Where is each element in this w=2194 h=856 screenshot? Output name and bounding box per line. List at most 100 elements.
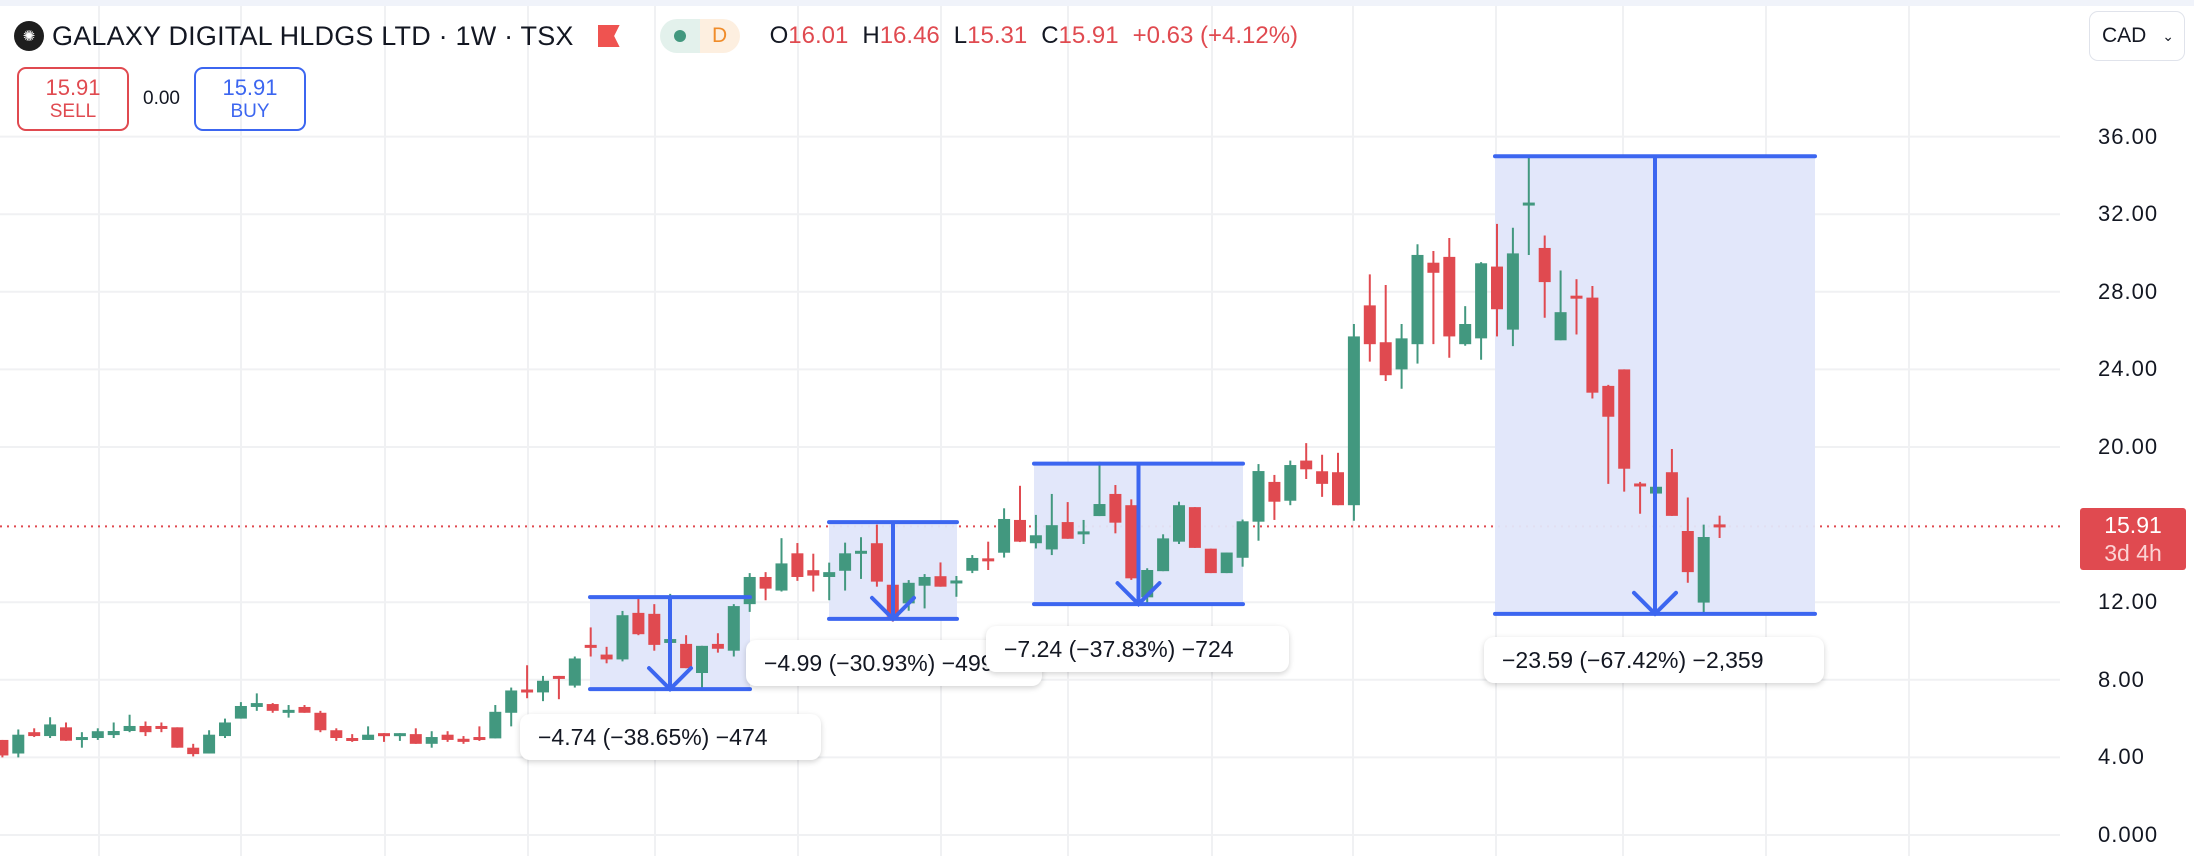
candle-body bbox=[552, 675, 565, 679]
candle-body bbox=[1379, 342, 1392, 376]
candle bbox=[1586, 285, 1599, 399]
candle bbox=[616, 610, 629, 662]
candle bbox=[1268, 474, 1281, 520]
candle-body bbox=[1427, 262, 1440, 273]
buy-price: 15.91 bbox=[222, 75, 278, 101]
candle-body bbox=[1061, 522, 1074, 539]
candle-body bbox=[1665, 472, 1678, 516]
symbol-title[interactable]: GALAXY DIGITAL HLDGS LTD · 1W · TSX bbox=[52, 21, 574, 52]
chevron-down-icon: ⌄ bbox=[2162, 27, 2174, 44]
candle-body bbox=[616, 615, 629, 660]
candle-body bbox=[1029, 535, 1042, 544]
candle-body bbox=[1252, 471, 1265, 522]
candle-body bbox=[1570, 295, 1583, 299]
trade-panel: 15.91 SELL 0.00 15.91 BUY bbox=[17, 67, 306, 131]
buy-button[interactable]: 15.91 BUY bbox=[193, 67, 306, 131]
candle bbox=[457, 736, 470, 744]
candle bbox=[505, 687, 518, 727]
spread-value: 0.00 bbox=[143, 88, 180, 109]
y-tick-label: 28.00 bbox=[2098, 278, 2159, 304]
candle-body bbox=[346, 738, 359, 741]
candle-body bbox=[807, 570, 820, 576]
candle-body bbox=[1554, 312, 1567, 341]
measure-label: −23.59 (−67.42%) −2,359 bbox=[1484, 637, 1824, 683]
candle bbox=[12, 729, 25, 758]
sell-label: SELL bbox=[49, 100, 97, 122]
candle-body bbox=[1522, 202, 1535, 206]
candle-body bbox=[1125, 505, 1138, 579]
candle-body bbox=[1681, 531, 1694, 573]
candle bbox=[91, 728, 104, 740]
candle bbox=[1125, 499, 1138, 580]
y-tick-label: 8.00 bbox=[2098, 666, 2145, 692]
candle bbox=[1363, 274, 1376, 362]
currency-select[interactable]: CAD ⌄ bbox=[2089, 11, 2185, 61]
candle-body bbox=[743, 576, 756, 605]
candle-body bbox=[441, 734, 454, 740]
candle bbox=[982, 541, 995, 570]
candle-body bbox=[298, 706, 311, 713]
candle bbox=[362, 726, 375, 740]
bar-countdown: 3d 4h bbox=[2104, 540, 2162, 566]
candle-body bbox=[425, 737, 438, 744]
candlestick-chart[interactable] bbox=[0, 0, 2194, 856]
candle-body bbox=[1713, 524, 1726, 528]
candle bbox=[0, 739, 9, 758]
candle bbox=[1220, 552, 1233, 574]
candle-body bbox=[1538, 247, 1551, 283]
candle bbox=[346, 734, 359, 742]
flag-icon[interactable] bbox=[597, 25, 620, 47]
sell-button[interactable]: 15.91 SELL bbox=[17, 67, 129, 131]
candle-body bbox=[1204, 548, 1217, 574]
candle-body bbox=[1109, 493, 1122, 523]
candle-body bbox=[378, 733, 390, 737]
candle bbox=[1316, 454, 1329, 497]
candle bbox=[107, 722, 120, 738]
y-tick-label: 36.00 bbox=[2098, 123, 2159, 149]
candle-body bbox=[1602, 385, 1615, 417]
candle bbox=[1284, 460, 1297, 506]
candle bbox=[44, 717, 57, 738]
candle-body bbox=[966, 557, 979, 571]
candle-body bbox=[489, 711, 502, 739]
candle bbox=[139, 721, 152, 737]
candle bbox=[441, 731, 454, 742]
candle-body bbox=[28, 732, 41, 737]
candle-body bbox=[409, 734, 422, 744]
ohlc-key: L bbox=[953, 22, 968, 49]
candle-body bbox=[1475, 263, 1488, 339]
candle-body bbox=[362, 734, 375, 740]
market-status-pill[interactable]: D bbox=[659, 19, 740, 53]
candle bbox=[807, 553, 820, 592]
candle-body bbox=[60, 727, 72, 741]
candle-body bbox=[1411, 254, 1424, 345]
candle bbox=[998, 508, 1011, 558]
candle bbox=[1443, 238, 1456, 358]
candle-body bbox=[155, 725, 168, 729]
candle bbox=[1252, 464, 1265, 541]
candle bbox=[425, 731, 438, 748]
candle-body bbox=[1332, 472, 1344, 506]
candle bbox=[298, 705, 311, 713]
candle-body bbox=[584, 644, 597, 648]
candle bbox=[1014, 485, 1026, 543]
candle bbox=[155, 722, 168, 733]
candle-body bbox=[393, 733, 406, 737]
candle-body bbox=[568, 658, 581, 686]
ohlc-key: H bbox=[862, 22, 880, 49]
candle-body bbox=[1093, 504, 1106, 517]
candle-body bbox=[727, 606, 740, 651]
candle-body bbox=[839, 553, 852, 571]
candle-body bbox=[91, 731, 104, 738]
candle bbox=[1332, 452, 1344, 506]
candle bbox=[282, 705, 295, 718]
market-open-dot-icon bbox=[659, 19, 700, 53]
y-tick-label: 12.00 bbox=[2098, 589, 2159, 615]
candle bbox=[75, 732, 88, 748]
candle-body bbox=[537, 680, 549, 693]
candle bbox=[775, 538, 788, 592]
candle-body bbox=[775, 563, 788, 591]
candle-body bbox=[759, 576, 772, 589]
candle-body bbox=[791, 553, 804, 577]
candle-body bbox=[1236, 521, 1249, 558]
